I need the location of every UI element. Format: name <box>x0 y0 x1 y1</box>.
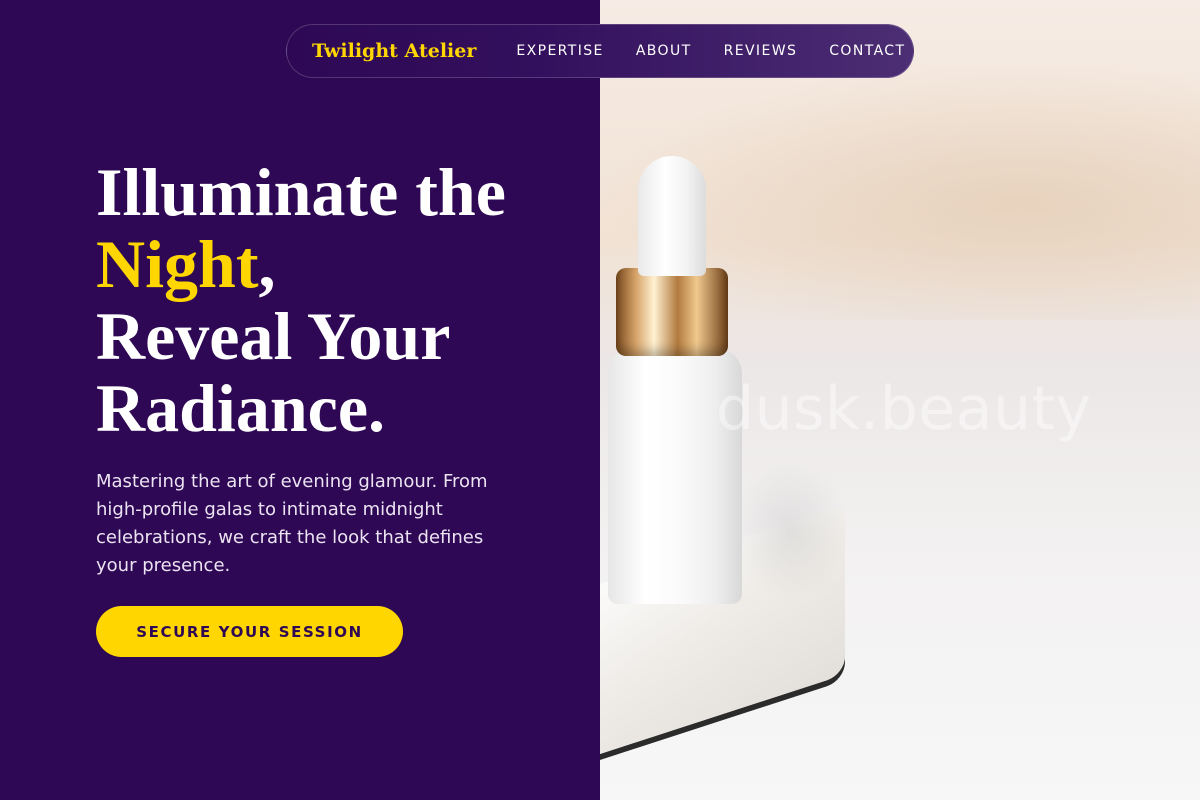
nav-link-contact[interactable]: CONTACT <box>829 43 905 59</box>
headline-comma: , <box>258 226 276 302</box>
top-navigation: Twilight Atelier EXPERTISE ABOUT REVIEWS… <box>286 24 914 78</box>
bottle-shadow <box>730 460 850 600</box>
headline-line-3: Reveal Your <box>96 298 451 374</box>
secure-session-button[interactable]: SECURE YOUR SESSION <box>96 606 403 657</box>
hero-headline: Illuminate the Night, Reveal Your Radian… <box>96 156 576 444</box>
nav-link-about[interactable]: ABOUT <box>636 43 692 59</box>
dropper-bulb <box>638 156 706 276</box>
nav-link-expertise[interactable]: EXPERTISE <box>516 43 603 59</box>
nav-link-reviews[interactable]: REVIEWS <box>724 43 798 59</box>
brand-logo[interactable]: Twilight Atelier <box>312 40 476 62</box>
hero-description: Mastering the art of evening glamour. Fr… <box>96 471 488 576</box>
headline-accent-word: Night <box>96 226 259 302</box>
image-watermark: dusk.beauty <box>716 374 1092 444</box>
hero-product-photo: dusk.beauty <box>600 0 1200 800</box>
dropper-gold-collar <box>616 268 728 356</box>
headline-line-1: Illuminate the <box>96 154 506 230</box>
headline-line-4: Radiance. <box>96 370 385 446</box>
